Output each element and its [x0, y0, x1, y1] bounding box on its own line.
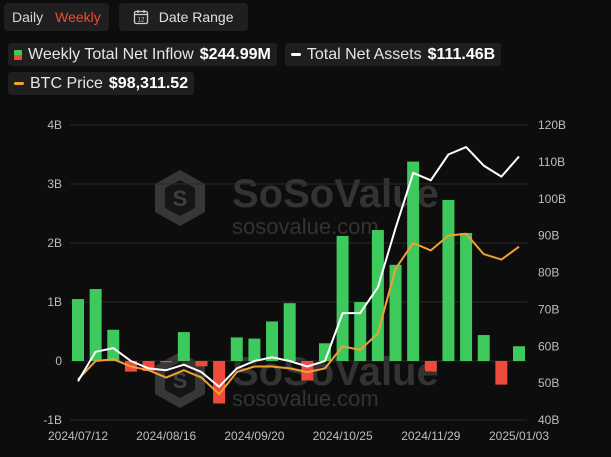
right-axis: 120B 110B 100B 90B 80B 70B 60B 50B 40B: [538, 118, 566, 427]
x-tick-label: 2024/11/29: [401, 429, 460, 443]
inflow-chart: S SoSoValue sosovalue.com S SoSoValue so…: [43, 118, 566, 443]
svg-text:S: S: [173, 186, 188, 211]
right-tick-label: 40B: [538, 413, 559, 427]
inflow-bar: [283, 303, 296, 361]
left-tick-label: -1B: [43, 413, 62, 427]
inflow-bar: [495, 361, 508, 385]
left-tick-label: 2B: [47, 236, 62, 250]
right-tick-label: 120B: [538, 118, 566, 132]
x-axis: 2024/07/12 2024/08/16 2024/09/20 2024/10/25…: [48, 429, 549, 443]
inflow-bar: [107, 329, 120, 361]
inflow-bar: [160, 361, 173, 363]
inflow-bar: [72, 299, 84, 361]
right-tick-label: 90B: [538, 229, 559, 243]
inflow-bar: [354, 302, 367, 361]
sosovalue-logo-icon: S: [155, 170, 205, 226]
inflow-bar: [248, 338, 261, 361]
x-tick-label: 2024/07/12: [48, 429, 108, 443]
x-tick-label: 2024/09/20: [224, 429, 284, 443]
left-tick-label: 0: [55, 354, 62, 368]
inflow-bar: [407, 161, 420, 361]
left-tick-label: 4B: [47, 118, 62, 132]
watermark-url-bottom: sosovalue.com: [232, 386, 379, 411]
inflow-bar: [424, 361, 437, 372]
inflow-bar: [460, 232, 473, 361]
inflow-bar: [266, 321, 279, 361]
inflow-bar: [513, 346, 525, 361]
right-tick-label: 60B: [538, 339, 559, 353]
right-tick-label: 100B: [538, 192, 566, 206]
inflow-bar: [389, 264, 402, 361]
right-tick-label: 80B: [538, 266, 559, 280]
right-tick-label: 110B: [538, 155, 565, 169]
left-tick-label: 3B: [47, 177, 62, 191]
inflow-bar: [477, 335, 490, 361]
x-tick-label: 2025/01/03: [489, 429, 549, 443]
right-tick-label: 70B: [538, 302, 559, 316]
watermark-url-top: sosovalue.com: [232, 214, 379, 239]
inflow-bar: [371, 230, 384, 361]
left-axis: 4B 3B 2B 1B 0 -1B: [43, 118, 62, 427]
x-tick-label: 2024/08/16: [136, 429, 196, 443]
inflow-bar: [177, 332, 190, 361]
inflow-bar: [336, 235, 349, 361]
inflow-bar: [442, 199, 455, 361]
x-tick-label: 2024/10/25: [313, 429, 373, 443]
inflow-bar: [195, 361, 208, 367]
right-tick-label: 50B: [538, 376, 559, 390]
left-tick-label: 1B: [47, 295, 62, 309]
inflow-bar: [230, 337, 243, 361]
